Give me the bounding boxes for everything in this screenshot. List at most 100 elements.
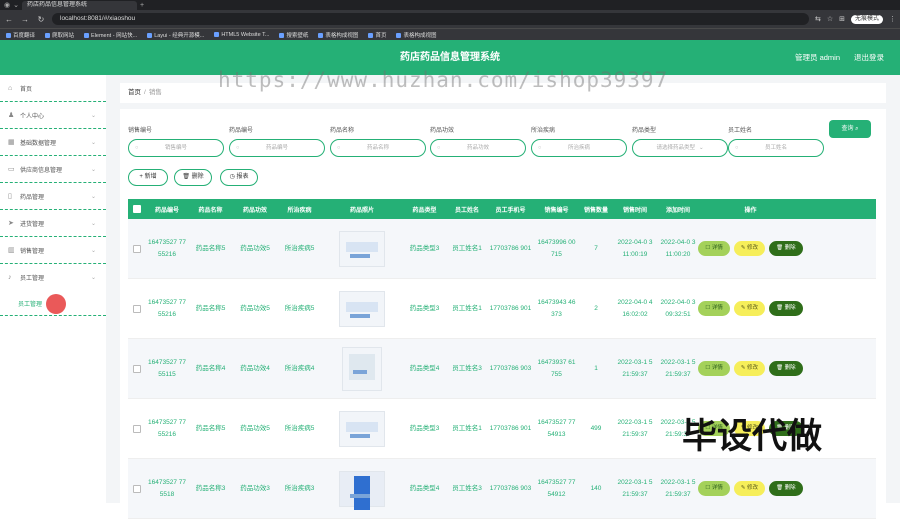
translate-icon[interactable]: ⇆ — [815, 15, 821, 23]
user-icon: ♟ — [8, 111, 15, 119]
row-checkbox[interactable] — [128, 459, 146, 518]
cell-disease: 所治疾病5 — [284, 244, 315, 252]
bookmark-icon — [279, 32, 285, 38]
add-button[interactable]: + 新增 — [128, 169, 168, 186]
column-header: 药品照片 — [349, 207, 374, 214]
sidebar-item[interactable]: ▯ 药品管理 ⌄ — [0, 183, 106, 210]
bookmark-item[interactable]: HTML5 Website T... — [214, 32, 269, 38]
report-button[interactable]: ◷ 报表 — [220, 169, 258, 186]
delete-row-button[interactable]: 🗑 删除 — [769, 241, 803, 256]
bookmark-item[interactable]: 爬取网站 — [45, 31, 74, 39]
sidebar-item[interactable]: ⌂ 首页 — [0, 75, 106, 102]
cell-sale-time: 2022-03-1 5 21:59:37 — [617, 358, 653, 378]
detail-button[interactable]: ☐ 详情 — [698, 481, 730, 496]
sidebar-item[interactable]: ▦ 基础数据管理 ⌄ — [0, 129, 106, 156]
row-checkbox[interactable] — [128, 279, 146, 338]
search-button[interactable]: 查询 ⌕ — [829, 120, 871, 138]
edit-button[interactable]: ✎ 修改 — [733, 241, 766, 256]
bookmark-item[interactable]: 表格构成视图 — [318, 31, 358, 39]
table-row: 16473527 7755115 药品名称4 药品功效4 所治疾病4 药品类型4 员工姓名… — [128, 339, 876, 399]
filter-label: 药品类型 — [632, 128, 657, 134]
chevron-down-icon: ⌄ — [90, 275, 96, 281]
filter-label: 销售编号 — [128, 128, 153, 134]
filter-input[interactable]: ○ 药品编号 — [229, 139, 325, 157]
sidebar-item[interactable]: ▭ 供应商信息管理 ⌄ — [0, 156, 106, 183]
cell-name: 药品名称5 — [195, 304, 226, 312]
drug-photo — [322, 459, 402, 518]
url-input[interactable]: localhost:8081/#/xiaoshou — [52, 13, 809, 25]
cell-qty: 1 — [594, 364, 598, 372]
detail-button[interactable]: ☐ 详情 — [698, 241, 730, 256]
bookmark-icon — [396, 32, 402, 38]
edit-button[interactable]: ✎ 修改 — [733, 301, 766, 316]
delete-row-button[interactable]: 🗑 删除 — [769, 361, 803, 376]
current-user: 管理员 admin — [794, 53, 840, 62]
cell-name: 药品名称5 — [195, 244, 226, 252]
filter-input[interactable]: ○ 药品功效 — [430, 139, 526, 157]
filter-input[interactable]: ○ 员工姓名 — [728, 139, 824, 157]
cell-code: 16473527 7755216 — [148, 418, 186, 438]
filter-input[interactable]: ○ 药品名称 — [330, 139, 426, 157]
back-icon[interactable]: ← — [4, 15, 14, 24]
column-header: 操作 — [744, 207, 757, 214]
new-tab-icon[interactable]: + — [140, 2, 144, 9]
browser-tab[interactable]: 药店药品信息管理系统 — [21, 0, 137, 10]
bookmark-item[interactable]: 表格构成视图 — [396, 31, 436, 39]
drug-type-select[interactable]: 请选择药品类型 ⌄ — [632, 139, 728, 157]
star-icon[interactable]: ☆ — [827, 15, 833, 23]
breadcrumb-current: 销售 — [148, 89, 162, 96]
home-icon: ⌂ — [8, 84, 13, 92]
grid-icon: ▦ — [8, 138, 15, 146]
drug-photo — [322, 219, 402, 278]
forward-icon[interactable]: → — [20, 15, 30, 24]
filter-label: 药品功效 — [430, 128, 455, 134]
sidebar-item[interactable]: ♟ 个人中心 ⌄ — [0, 102, 106, 129]
sales-table: 药品编号 药品名称 药品功效 所治疾病 药品照片 药品类型 员工姓名 员工手机号 销售编号 销售数… — [128, 199, 876, 519]
profile-button[interactable]: 无痕模式 — [850, 14, 883, 24]
cell-disease: 所治疾病4 — [284, 364, 315, 372]
sidebar-item[interactable]: ▥ 销售管理 ⌄ — [0, 237, 106, 264]
select-all-checkbox[interactable] — [128, 199, 146, 219]
cell-name: 药品名称3 — [195, 484, 226, 492]
extension-icon[interactable]: ⊞ — [839, 15, 845, 23]
column-header: 所治疾病 — [287, 207, 312, 214]
filter-input[interactable]: ○ 所治疾病 — [531, 139, 627, 157]
cell-sale-time: 2022-04-0 3 11:00:19 — [617, 238, 653, 258]
cell-phone: 17703786 901 — [489, 244, 532, 252]
detail-button[interactable]: ☐ 详情 — [698, 361, 730, 376]
delete-button[interactable]: 🗑 删除 — [174, 169, 212, 186]
sidebar-item[interactable]: ➤ 进货管理 ⌄ — [0, 210, 106, 237]
bookmark-item[interactable]: 首页 — [368, 31, 386, 39]
row-checkbox[interactable] — [128, 339, 146, 398]
breadcrumb-home[interactable]: 首页 — [128, 89, 141, 96]
column-header: 药品功效 — [242, 207, 267, 214]
row-checkbox[interactable] — [128, 219, 146, 278]
logout-link[interactable]: 退出登录 — [854, 40, 884, 75]
click-indicator — [46, 294, 66, 314]
detail-button[interactable]: ☐ 详情 — [698, 301, 730, 316]
bookmark-item[interactable]: Layui - 经典开源模... — [147, 31, 204, 39]
delete-row-button[interactable]: 🗑 删除 — [769, 481, 803, 496]
bookmark-icon — [318, 32, 324, 38]
drug-photo — [322, 399, 402, 458]
sidebar-subitem-staff[interactable]: 员工管理 — [0, 291, 106, 316]
cell-type: 药品类型3 — [409, 424, 440, 432]
bookmark-icon — [147, 32, 153, 38]
bookmark-item[interactable]: 搜索壁纸 — [279, 31, 308, 39]
reload-icon[interactable]: ↻ — [36, 15, 46, 24]
browser-menu-icon[interactable]: ⋮ — [889, 15, 896, 23]
chevron-down-icon: ⌄ — [90, 247, 96, 254]
delete-row-button[interactable]: 🗑 删除 — [769, 301, 803, 316]
window-menu-icon[interactable]: ◉ — [4, 1, 10, 9]
cell-effect: 药品功效3 — [240, 484, 270, 492]
bookmark-item[interactable]: Element - 网站快... — [84, 31, 137, 39]
tab-search-icon[interactable]: ⌄ — [13, 1, 19, 9]
row-checkbox[interactable] — [128, 399, 146, 458]
edit-button[interactable]: ✎ 修改 — [733, 361, 766, 376]
bookmark-item[interactable]: 百度翻译 — [6, 31, 35, 39]
edit-button[interactable]: ✎ 修改 — [733, 481, 766, 496]
cell-qty: 7 — [594, 244, 598, 252]
filter-input[interactable]: ○ 销售编号 — [128, 139, 224, 157]
column-header: 员工手机号 — [495, 207, 526, 214]
sidebar-item[interactable]: ♪ 员工管理 ⌄ — [0, 264, 106, 291]
